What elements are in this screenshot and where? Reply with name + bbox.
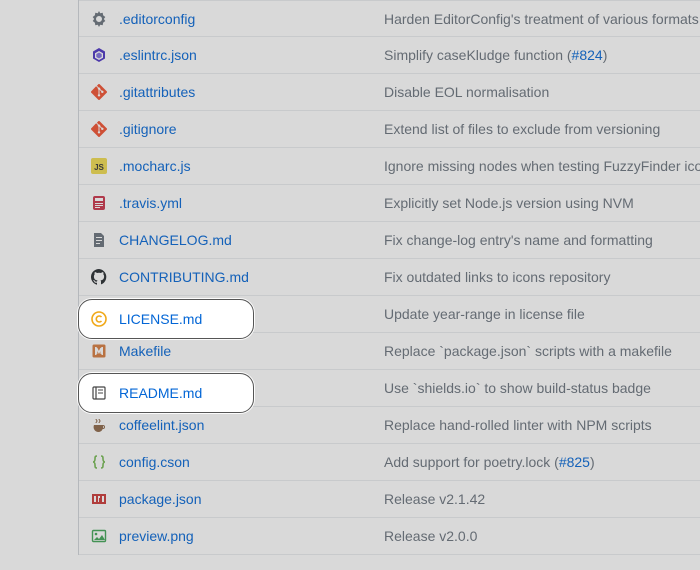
issue-link[interactable]: #824 <box>572 47 603 63</box>
commit-message[interactable]: Fix change-log entry's name and formatti… <box>384 232 700 248</box>
image-icon <box>79 528 119 544</box>
commit-message[interactable]: Harden EditorConfig's treatment of vario… <box>384 11 700 27</box>
commit-message[interactable]: Disable EOL normalisation <box>384 84 700 100</box>
file-list: .editorconfigHarden EditorConfig's treat… <box>78 0 700 555</box>
commit-message[interactable]: Replace `package.json` scripts with a ma… <box>384 343 700 359</box>
commit-message[interactable]: Extend list of files to exclude from ver… <box>384 121 700 137</box>
commit-message[interactable]: Fix outdated links to icons repository <box>384 269 700 285</box>
file-name-link[interactable]: .mocharc.js <box>119 158 384 174</box>
commit-message[interactable]: Release v2.1.42 <box>384 491 700 507</box>
file-row[interactable]: .gitattributesDisable EOL normalisation <box>79 74 700 111</box>
file-row[interactable]: .gitignoreExtend list of files to exclud… <box>79 111 700 148</box>
npm-icon <box>79 491 119 507</box>
file-name-link[interactable]: Makefile <box>119 343 384 359</box>
book-icon <box>79 385 119 401</box>
git-red-icon <box>79 84 119 100</box>
braces-icon <box>79 454 119 470</box>
highlight-label: LICENSE.md <box>119 311 220 327</box>
travis-icon <box>79 195 119 211</box>
commit-message[interactable]: Simplify caseKludge function (#824) <box>384 47 700 63</box>
commit-message[interactable]: Replace hand-rolled linter with NPM scri… <box>384 417 700 433</box>
file-name-link[interactable]: .editorconfig <box>119 11 384 27</box>
file-row[interactable]: package.jsonRelease v2.1.42 <box>79 481 700 518</box>
file-name-link[interactable]: .eslintrc.json <box>119 47 384 63</box>
file-name-link[interactable]: CONTRIBUTING.md <box>119 269 384 285</box>
file-name-link[interactable]: .gitignore <box>119 121 384 137</box>
issue-link[interactable]: #825 <box>559 454 590 470</box>
file-row[interactable]: .editorconfigHarden EditorConfig's treat… <box>79 0 700 37</box>
file-row[interactable]: .travis.ymlExplicitly set Node.js versio… <box>79 185 700 222</box>
makefile-icon <box>79 343 119 359</box>
highlight-label: README.md <box>119 385 220 401</box>
file-name-link[interactable]: .gitattributes <box>119 84 384 100</box>
commit-message[interactable]: Ignore missing nodes when testing FuzzyF… <box>384 158 700 174</box>
file-row[interactable]: .eslintrc.jsonSimplify caseKludge functi… <box>79 37 700 74</box>
coffee-icon <box>79 417 119 433</box>
file-name-link[interactable]: package.json <box>119 491 384 507</box>
file-row[interactable]: config.csonAdd support for poetry.lock (… <box>79 444 700 481</box>
highlight-box: LICENSE.md <box>78 299 254 339</box>
js-icon <box>79 158 119 174</box>
commit-message[interactable]: Release v2.0.0 <box>384 528 700 544</box>
doc-gray-icon <box>79 232 119 248</box>
file-row[interactable]: preview.pngRelease v2.0.0 <box>79 518 700 555</box>
file-row[interactable]: CONTRIBUTING.mdFix outdated links to ico… <box>79 259 700 296</box>
file-row[interactable]: CHANGELOG.mdFix change-log entry's name … <box>79 222 700 259</box>
file-name-link[interactable]: preview.png <box>119 528 384 544</box>
commit-message[interactable]: Add support for poetry.lock (#825) <box>384 454 700 470</box>
file-name-link[interactable]: coffeelint.json <box>119 417 384 433</box>
copyright-icon <box>79 311 119 327</box>
git-red-icon <box>79 121 119 137</box>
eslint-icon <box>79 47 119 63</box>
commit-message[interactable]: Explicitly set Node.js version using NVM <box>384 195 700 211</box>
file-name-link[interactable]: config.cson <box>119 454 384 470</box>
highlight-box: README.md <box>78 373 254 413</box>
github-icon <box>79 269 119 285</box>
commit-message[interactable]: Use `shields.io` to show build-status ba… <box>384 380 700 396</box>
file-name-link[interactable]: CHANGELOG.md <box>119 232 384 248</box>
file-row[interactable]: .mocharc.jsIgnore missing nodes when tes… <box>79 148 700 185</box>
commit-message[interactable]: Update year-range in license file <box>384 306 700 322</box>
file-name-link[interactable]: .travis.yml <box>119 195 384 211</box>
gear-gray-icon <box>79 11 119 27</box>
